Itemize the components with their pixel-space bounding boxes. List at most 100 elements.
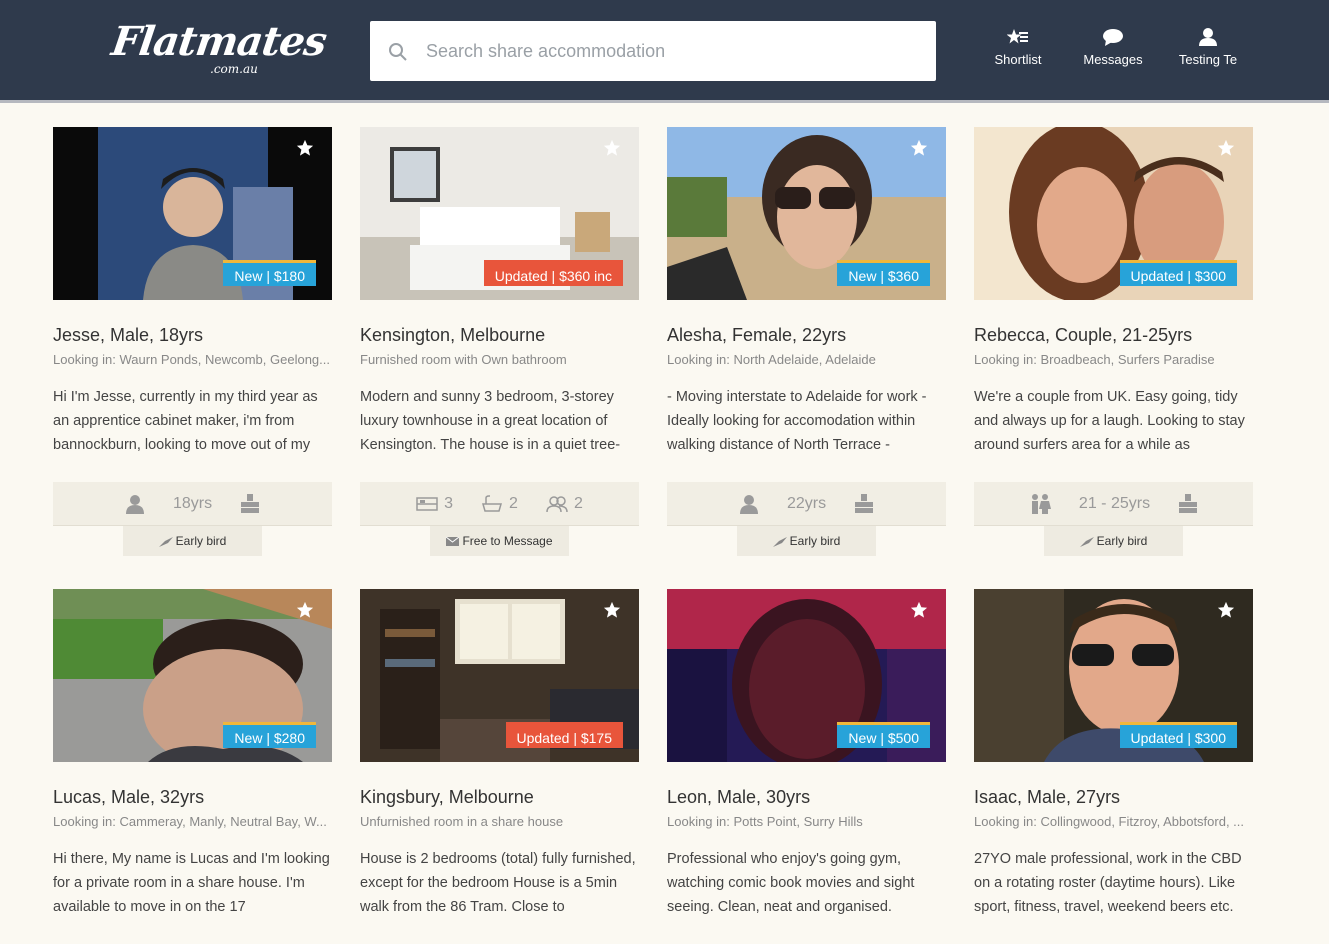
- listing-description: - Moving interstate to Adelaide for work…: [667, 389, 927, 453]
- logo-text: Flatmates: [108, 18, 329, 65]
- stat-beds: 3: [416, 495, 453, 513]
- listing-photo[interactable]: New | $280: [53, 589, 332, 762]
- listing-title[interactable]: Kensington, Melbourne: [360, 325, 545, 346]
- shortlist-star-icon[interactable]: [603, 139, 621, 157]
- nav-profile-label: Testing Te: [1178, 52, 1238, 67]
- listing-photo[interactable]: New | $500: [667, 589, 946, 762]
- shortlist-star-icon[interactable]: [910, 601, 928, 619]
- tag-label: Early bird: [789, 534, 841, 548]
- stat-flatmates: 2: [546, 495, 583, 513]
- search-box: [370, 21, 936, 81]
- bird-icon: [158, 536, 173, 547]
- logo-domain: .com.au: [210, 62, 258, 76]
- listing-description: House is 2 bedrooms (total) fully furnis…: [360, 851, 636, 915]
- listing-description: Modern and sunny 3 bedroom, 3-storey lux…: [360, 389, 621, 453]
- listing-title[interactable]: Alesha, Female, 22yrs: [667, 325, 846, 346]
- listing-title[interactable]: Leon, Male, 30yrs: [667, 787, 810, 808]
- shortlist-star-icon[interactable]: [296, 601, 314, 619]
- early-bird-tag: Early bird: [1044, 526, 1183, 556]
- bird-icon: [1079, 536, 1094, 547]
- listing-stats: 21 - 25yrs: [974, 482, 1253, 526]
- nav-messages[interactable]: Messages: [1068, 28, 1158, 67]
- status-badge: Updated | $300: [1119, 260, 1237, 286]
- nav-shortlist-label: Shortlist: [994, 52, 1042, 67]
- top-navbar: Flatmates .com.au Shortlist Messages Tes…: [0, 0, 1329, 103]
- stat-couple: [1029, 493, 1051, 514]
- listing-title[interactable]: Rebecca, Couple, 21-25yrs: [974, 325, 1192, 346]
- status-badge: Updated | $360 inc: [483, 260, 623, 286]
- listing-photo[interactable]: Updated | $300: [974, 127, 1253, 300]
- person-icon: [125, 494, 144, 514]
- listing-photo[interactable]: Updated | $300: [974, 589, 1253, 762]
- listing-subtitle: Unfurnished room in a share house: [360, 814, 564, 829]
- listing-title[interactable]: Kingsbury, Melbourne: [360, 787, 534, 808]
- early-bird-tag: Early bird: [737, 526, 876, 556]
- stat-age: 22yrs: [786, 494, 827, 512]
- status-badge: Updated | $175: [505, 722, 623, 748]
- listing-stats: 3 2 2: [360, 482, 639, 526]
- couple-icon: [1031, 493, 1051, 514]
- shortlist-star-icon[interactable]: [1217, 139, 1235, 157]
- flatmates-logo[interactable]: Flatmates .com.au: [109, 18, 329, 78]
- shortlist-star-icon[interactable]: [603, 601, 621, 619]
- shortlist-star-icon[interactable]: [1217, 601, 1235, 619]
- tag-label: Early bird: [175, 534, 227, 548]
- status-badge: New | $360: [837, 260, 930, 286]
- listing-subtitle: Looking in: North Adelaide, Adelaide: [667, 352, 876, 367]
- nav-shortlist[interactable]: Shortlist: [973, 28, 1063, 67]
- envelope-icon: [446, 536, 460, 547]
- shortlist-icon: [1007, 29, 1028, 44]
- budget-icon: [855, 493, 874, 513]
- budget-icon: [1179, 493, 1198, 513]
- listing-description: Professional who enjoy's going gym, watc…: [667, 851, 915, 915]
- tag-label: Early bird: [1096, 534, 1148, 548]
- listing-description: Hi I'm Jesse, currently in my third year…: [53, 389, 318, 453]
- listing-subtitle: Looking in: Potts Point, Surry Hills: [667, 814, 863, 829]
- nav-profile[interactable]: Testing Te: [1163, 28, 1253, 67]
- shortlist-star-icon[interactable]: [910, 139, 928, 157]
- bird-icon: [772, 536, 787, 547]
- stat-budget: [854, 493, 874, 514]
- listing-description: 27YO male professional, work in the CBD …: [974, 851, 1242, 915]
- listing-photo[interactable]: Updated | $175: [360, 589, 639, 762]
- listing-title[interactable]: Jesse, Male, 18yrs: [53, 325, 203, 346]
- listing-title[interactable]: Isaac, Male, 27yrs: [974, 787, 1120, 808]
- listing-photo[interactable]: Updated | $360 inc: [360, 127, 639, 300]
- flatmates-icon: [546, 495, 568, 512]
- status-badge: New | $180: [223, 260, 316, 286]
- status-badge: Updated | $300: [1119, 722, 1237, 748]
- listing-subtitle: Looking in: Waurn Ponds, Newcomb, Geelon…: [53, 352, 330, 367]
- listing-subtitle: Looking in: Collingwood, Fitzroy, Abbots…: [974, 814, 1245, 829]
- messages-icon: [1103, 29, 1123, 46]
- early-bird-tag: Early bird: [123, 526, 262, 556]
- listing-description: Hi there, My name is Lucas and I'm looki…: [53, 851, 330, 915]
- tag-label: Free to Message: [462, 534, 553, 548]
- stat-budget: [1178, 493, 1198, 514]
- listing-subtitle: Furnished room with Own bathroom: [360, 352, 567, 367]
- stat-baths: 2: [481, 495, 518, 513]
- person-icon: [739, 494, 758, 514]
- listing-stats: 18yrs: [53, 482, 332, 526]
- listing-title[interactable]: Lucas, Male, 32yrs: [53, 787, 204, 808]
- shortlist-star-icon[interactable]: [296, 139, 314, 157]
- stat-person: [739, 494, 759, 514]
- search-input[interactable]: [426, 21, 916, 81]
- nav-messages-label: Messages: [1083, 52, 1143, 67]
- budget-icon: [241, 493, 260, 513]
- listing-photo[interactable]: New | $360: [667, 127, 946, 300]
- stat-age: 21 - 25yrs: [1078, 494, 1151, 512]
- stat-budget: [240, 493, 260, 514]
- bed-icon: [416, 496, 438, 511]
- free-to-message-tag: Free to Message: [430, 526, 569, 556]
- stat-person: [125, 494, 145, 514]
- status-badge: New | $500: [837, 722, 930, 748]
- listing-description: We're a couple from UK. Easy going, tidy…: [974, 389, 1245, 453]
- baths-count: 2: [509, 494, 518, 512]
- stat-age: 18yrs: [172, 494, 213, 512]
- status-badge: New | $280: [223, 722, 316, 748]
- flatmates-count: 2: [573, 494, 583, 512]
- profile-icon: [1199, 28, 1217, 46]
- beds-count: 3: [444, 494, 454, 512]
- listing-photo[interactable]: New | $180: [53, 127, 332, 300]
- bath-icon: [482, 494, 503, 512]
